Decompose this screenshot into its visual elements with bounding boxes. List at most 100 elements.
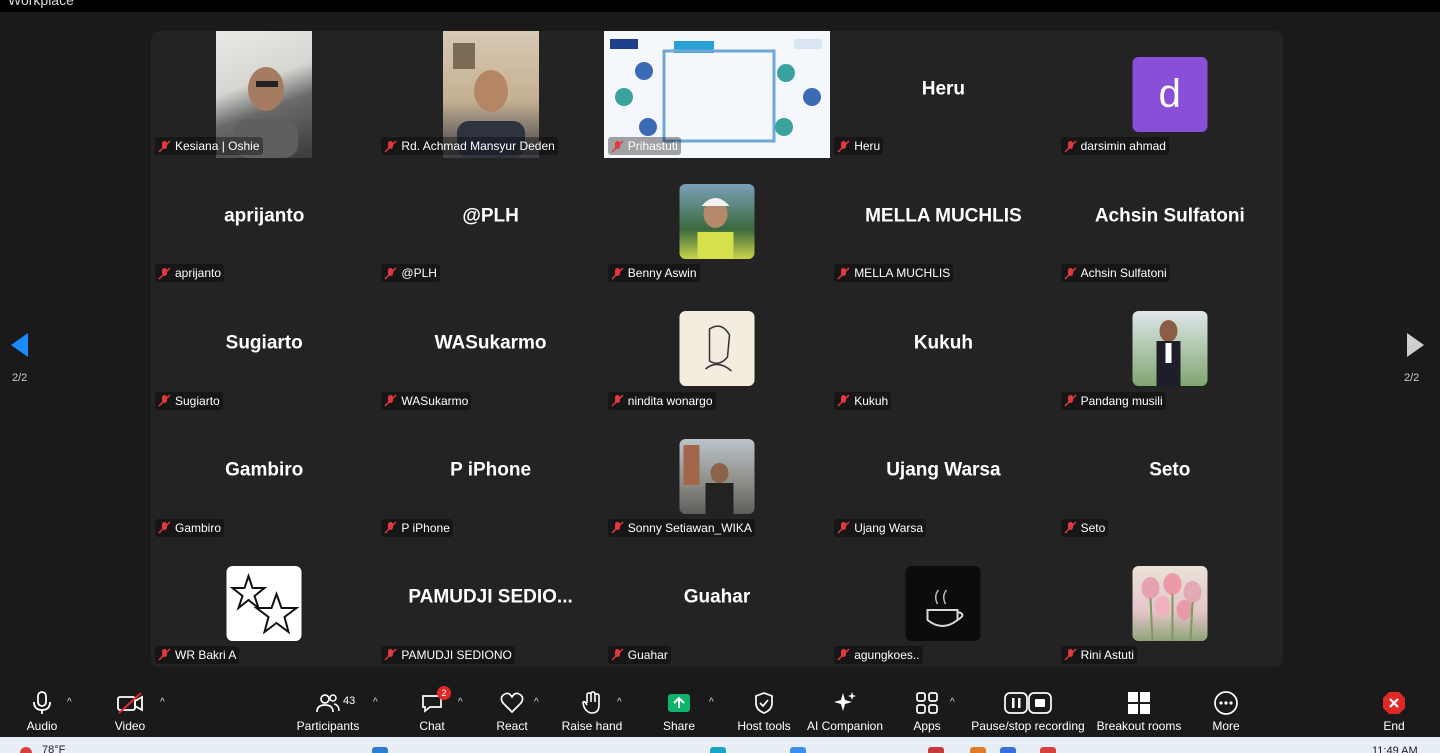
apps-button[interactable]: Apps [907,683,947,737]
participant-name: Kesiana | Oshie [175,139,260,154]
apps-icon [915,690,939,716]
mic-muted-icon [158,267,171,280]
share-button[interactable]: Share [659,683,699,737]
participant-tile[interactable]: nindita wonargo [604,285,830,412]
participant-display-name: Kukuh [913,332,973,354]
participant-tile[interactable]: Sugiarto Sugiarto [151,285,377,412]
taskbar-app-icon[interactable] [790,747,806,753]
participant-tile[interactable]: MELLA MUCHLIS MELLA MUCHLIS [830,158,1056,285]
participant-name: Rini Astuti [1080,647,1134,662]
share-options-caret[interactable]: ^ [709,697,714,708]
participant-tile[interactable]: d darsimin ahmad [1057,31,1283,158]
participant-tile[interactable]: WASukarmo WASukarmo [377,285,603,412]
participant-tile[interactable]: Gambiro Gambiro [151,413,377,540]
taskbar-app-icon[interactable] [1040,747,1056,753]
react-button[interactable]: React [492,683,532,737]
raise-hand-button[interactable]: Raise hand [561,683,623,737]
participant-tile[interactable]: WR Bakri A [151,540,377,667]
more-label: More [1212,719,1240,733]
video-options-caret[interactable]: ^ [160,697,165,708]
participant-name: @PLH [401,266,437,281]
participant-tile[interactable]: Heru Heru [830,31,1056,158]
apps-options-caret[interactable]: ^ [950,697,955,708]
participants-label: Participants [296,719,360,733]
participant-tile[interactable]: Kesiana | Oshie [151,31,377,158]
ai-companion-button[interactable]: AI Companion [806,683,884,737]
nameplate: Gambiro [155,518,225,537]
previous-page-icon[interactable] [10,332,30,358]
participant-name: Sonny Setiawan_WIKA [627,520,752,535]
apps-label: Apps [913,719,941,733]
chat-unread-badge: 2 [437,686,451,700]
host-tools-label: Host tools [737,719,791,733]
participant-name: Guahar [627,647,668,662]
participant-name: Heru [854,139,881,154]
participant-display-name: PAMUDJI SEDIO... [408,586,573,608]
start-icon[interactable] [372,747,388,753]
participant-tile[interactable]: P iPhone P iPhone [377,413,603,540]
participant-name: Benny Aswin [627,266,697,281]
raise-hand-options-caret[interactable]: ^ [617,697,622,708]
participant-tile[interactable]: Achsin Sulfatoni Achsin Sulfatoni [1057,158,1283,285]
participant-tile[interactable]: @PLH @PLH [377,158,603,285]
react-label: React [496,719,528,733]
react-options-caret[interactable]: ^ [534,697,539,708]
participant-tile[interactable]: Prihastuti [603,31,830,158]
end-icon [1382,690,1406,716]
participants-count: 43 [343,695,356,707]
weather-icon [20,747,32,753]
audio-button[interactable]: Audio [22,683,62,737]
zoom-taskbar-icon[interactable] [1000,747,1016,753]
breakout-rooms-label: Breakout rooms [1096,719,1182,733]
video-button[interactable]: Video [110,683,150,737]
participants-button[interactable]: Participants [296,683,360,737]
nameplate: MELLA MUCHLIS [834,264,954,283]
profile-photo [1132,565,1208,641]
audio-options-caret[interactable]: ^ [67,697,72,708]
raise-hand-icon [581,690,603,716]
participant-tile[interactable]: aprijanto aprijanto [151,158,377,285]
participant-tile[interactable]: Ujang Warsa Ujang Warsa [830,413,1056,540]
taskbar-app-icon[interactable] [710,747,726,753]
participant-tile[interactable]: Sonny Setiawan_WIKA [604,413,830,540]
mic-muted-icon [837,521,850,534]
participant-tile[interactable]: Seto Seto [1057,413,1283,540]
pause-recording-button[interactable]: Pause/stop recording [970,683,1086,737]
gallery-grid: Kesiana | Oshie Rd. Achmad Mansyur Deden [151,31,1283,667]
pause-recording-label: Pause/stop recording [971,719,1085,733]
mic-muted-icon [158,140,171,153]
participant-tile[interactable]: Rd. Achmad Mansyur Deden [377,31,603,158]
next-page-icon[interactable] [1405,332,1425,358]
participants-options-caret[interactable]: ^ [373,697,378,708]
participant-tile[interactable]: PAMUDJI SEDIO... PAMUDJI SEDIONO [377,540,603,667]
participant-tile[interactable]: Pandang musili [1057,285,1283,412]
letter-avatar: d [1132,57,1208,132]
nameplate: P iPhone [381,518,453,537]
mic-muted-icon [611,140,624,153]
participant-name: Prihastuti [627,139,678,154]
chat-label: Chat [419,719,445,733]
participant-display-name: WASukarmo [434,332,547,354]
meeting-toolbar: Audio ^ Video ^ Participants 43 ^ 2 Chat… [0,683,1440,737]
chat-button[interactable]: 2 Chat [412,683,452,737]
participant-tile[interactable]: Rini Astuti [1057,540,1283,667]
participant-display-name: Heru [921,78,966,100]
mic-muted-icon [384,140,397,153]
breakout-rooms-button[interactable]: Breakout rooms [1096,683,1182,737]
mic-muted-icon [158,394,171,407]
host-tools-button[interactable]: Host tools [736,683,792,737]
participant-name: Seto [1080,520,1106,535]
participant-tile[interactable]: Guahar Guahar [604,540,830,667]
participant-tile[interactable]: agungkoes.. [830,540,1056,667]
taskbar-app-icon[interactable] [970,747,986,753]
participant-tile[interactable]: Benny Aswin [604,158,830,285]
participant-name: agungkoes.. [854,647,920,662]
taskbar-app-icon[interactable] [928,747,944,753]
mic-muted-icon [611,267,624,280]
end-meeting-button[interactable]: End [1374,683,1414,737]
more-button[interactable]: More [1206,683,1246,737]
chat-options-caret[interactable]: ^ [458,697,463,708]
raise-hand-label: Raise hand [561,719,623,733]
participant-tile[interactable]: Kukuh Kukuh [830,285,1056,412]
mic-muted-icon [611,648,624,662]
